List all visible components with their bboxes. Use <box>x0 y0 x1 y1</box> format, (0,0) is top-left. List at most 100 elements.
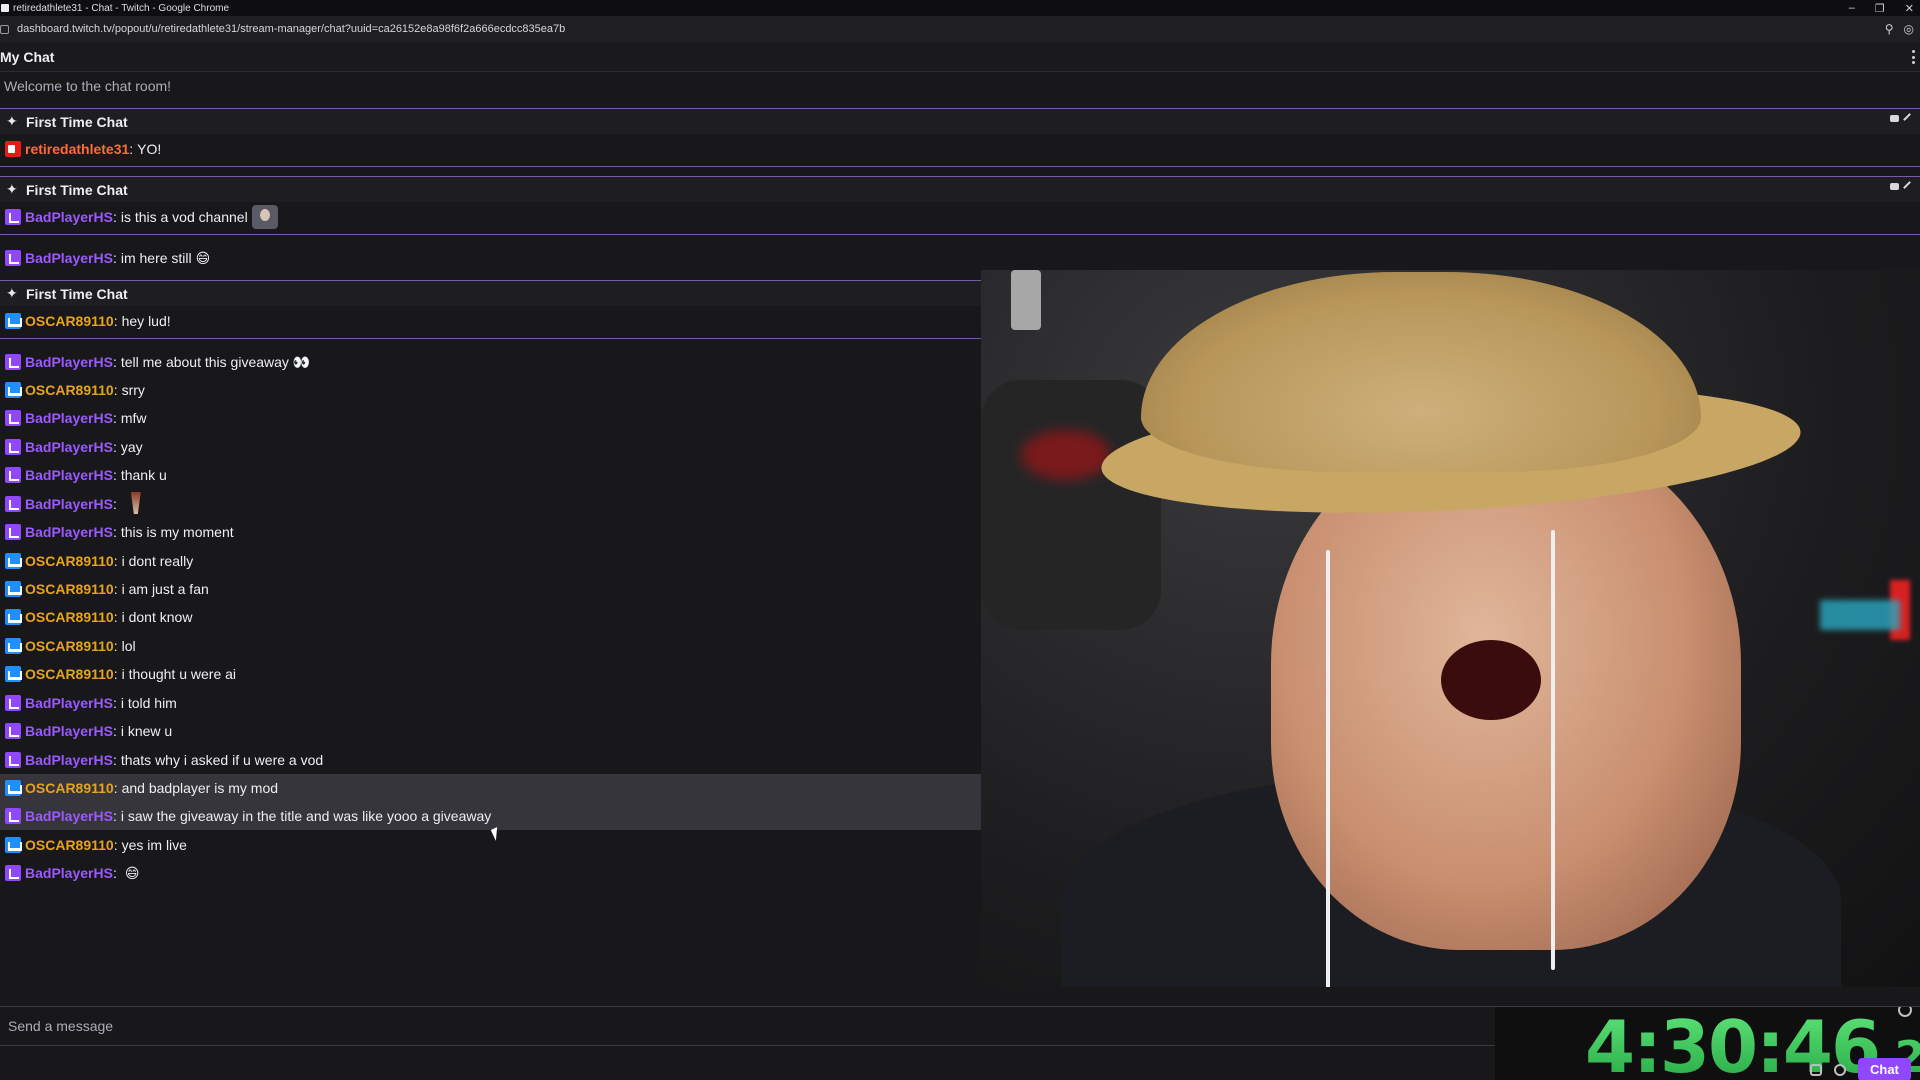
address-bar[interactable]: dashboard.twitch.tv/popout/u/retiredathl… <box>0 16 1920 42</box>
chat-username[interactable]: BadPlayerHS <box>25 524 113 540</box>
chat-username[interactable]: BadPlayerHS <box>25 354 113 370</box>
moderator-badge-icon <box>5 553 22 569</box>
moderator-badge-icon <box>5 837 22 853</box>
chat-username[interactable]: retiredathlete31 <box>25 141 129 157</box>
send-message-input[interactable] <box>0 1007 1495 1045</box>
subscriber-badge-icon <box>5 752 21 768</box>
chat-message[interactable]: BadPlayerHS: thats why i asked if u were… <box>0 746 981 774</box>
earphone-cable <box>1326 550 1330 987</box>
first-time-chat-label: First Time Chat <box>26 285 128 302</box>
zoom-icon[interactable]: ⚲ <box>1885 22 1894 36</box>
settings-gear-icon[interactable] <box>1834 1063 1846 1076</box>
chat-text: i am just a fan <box>121 581 209 597</box>
chat-message[interactable]: BadPlayerHS: im here still 😄 <box>0 244 1920 272</box>
chat-send-button[interactable]: Chat <box>1858 1058 1911 1080</box>
chat-message[interactable]: BadPlayerHS: tell me about this giveaway… <box>0 348 981 376</box>
chat-text: thats why i asked if u were a vod <box>120 752 324 768</box>
bits-icon[interactable] <box>1810 1063 1822 1076</box>
chat-message[interactable]: BadPlayerHS: i told him <box>0 689 981 717</box>
chat-text: i thought u were ai <box>121 666 237 682</box>
moderator-badge-icon <box>5 666 22 682</box>
chat-username[interactable]: BadPlayerHS <box>25 250 113 266</box>
chat-message[interactable]: BadPlayerHS: 😄 <box>0 859 981 887</box>
chat-username[interactable]: BadPlayerHS <box>25 496 113 512</box>
chat-username[interactable]: BadPlayerHS <box>25 695 113 711</box>
chat-username[interactable]: OSCAR89110 <box>25 382 114 398</box>
chat-bubble-icon[interactable] <box>1890 183 1899 190</box>
chat-text: i knew u <box>120 723 173 739</box>
chat-message[interactable]: BadPlayerHS: yay <box>0 433 981 461</box>
chat-message[interactable]: BadPlayerHS: is this a vod channel <box>0 203 1920 231</box>
chat-username[interactable]: BadPlayerHS <box>25 209 113 225</box>
restore-icon[interactable]: ❐ <box>1875 2 1885 15</box>
moderator-badge-icon <box>5 313 22 329</box>
pencil-icon[interactable] <box>1903 181 1916 194</box>
eyes-emote-icon[interactable]: 👀 <box>293 354 310 371</box>
laughing-emote-icon[interactable]: 😄 <box>125 865 140 882</box>
chat-username[interactable]: BadPlayerHS <box>25 467 113 483</box>
subscriber-badge-icon <box>5 496 21 512</box>
avatar-emote-icon[interactable] <box>251 205 278 229</box>
url-text[interactable]: dashboard.twitch.tv/popout/u/retiredathl… <box>17 23 565 35</box>
chat-username[interactable]: BadPlayerHS <box>25 410 113 426</box>
more-options-icon[interactable] <box>1912 50 1916 64</box>
drink-emote-icon[interactable] <box>125 490 147 518</box>
chat-message[interactable]: OSCAR89110: i dont really <box>0 547 981 575</box>
chat-message[interactable]: BadPlayerHS: thank u <box>0 461 981 489</box>
chat-message[interactable]: OSCAR89110: srry <box>0 376 981 404</box>
chat-header: My Chat <box>0 42 1920 72</box>
moderator-badge-icon <box>5 638 22 654</box>
ftc-divider <box>0 338 981 339</box>
chat-username[interactable]: OSCAR89110 <box>25 313 114 329</box>
sparkle-icon <box>6 285 20 302</box>
first-time-chat-header: First Time Chat <box>0 108 1920 134</box>
moderator-badge-icon <box>5 382 22 398</box>
chat-message[interactable]: retiredathlete31: YO! <box>0 135 1920 163</box>
chat-message[interactable]: BadPlayerHS: i knew u <box>0 717 981 745</box>
chat-message[interactable]: BadPlayerHS: <box>0 490 981 518</box>
webcam-video <box>981 270 1920 987</box>
address-bar-tools: ⚲ ◎ <box>1885 16 1914 42</box>
hide-eye-icon[interactable]: ◎ <box>1904 22 1914 36</box>
chat-username[interactable]: OSCAR89110 <box>25 780 114 796</box>
chat-text: and badplayer is my mod <box>121 780 279 796</box>
chat-username[interactable]: BadPlayerHS <box>25 808 113 824</box>
chat-message[interactable]: OSCAR89110: i am just a fan <box>0 575 981 603</box>
chat-username[interactable]: BadPlayerHS <box>25 723 113 739</box>
chat-username[interactable]: OSCAR89110 <box>25 581 114 597</box>
chat-message[interactable]: BadPlayerHS: this is my moment <box>0 518 981 546</box>
chat-message[interactable]: BadPlayerHS: mfw <box>0 404 981 432</box>
subscriber-badge-icon <box>5 209 21 225</box>
close-icon[interactable]: ✕ <box>1905 2 1914 15</box>
subscriber-badge-icon <box>5 250 21 266</box>
subscriber-badge-icon <box>5 723 21 739</box>
minimize-icon[interactable]: – <box>1849 2 1855 14</box>
chat-username[interactable]: OSCAR89110 <box>25 638 114 654</box>
chat-bubble-icon[interactable] <box>1890 115 1899 122</box>
chat-username[interactable]: BadPlayerHS <box>25 439 113 455</box>
chat-message[interactable]: OSCAR89110: and badplayer is my mod <box>0 774 981 802</box>
chat-username[interactable]: BadPlayerHS <box>25 865 113 881</box>
site-info-icon[interactable] <box>0 24 9 34</box>
chat-message[interactable]: BadPlayerHS: i saw the giveaway in the t… <box>0 802 981 830</box>
window-controls: – ❐ ✕ <box>1849 0 1914 16</box>
twitch-favicon-icon <box>1 4 9 12</box>
laughing-emote-icon[interactable]: 😄 <box>196 250 211 267</box>
chat-message[interactable]: OSCAR89110: hey lud! <box>0 307 981 335</box>
chat-username[interactable]: BadPlayerHS <box>25 752 113 768</box>
chat-username[interactable]: OSCAR89110 <box>25 609 114 625</box>
chat-message[interactable]: OSCAR89110: i dont know <box>0 603 981 631</box>
chat-message[interactable]: OSCAR89110: lol <box>0 632 981 660</box>
chat-username[interactable]: OSCAR89110 <box>25 553 114 569</box>
chat-text: tell me about this giveaway <box>120 354 289 370</box>
chat-message[interactable]: OSCAR89110: yes im live <box>0 831 981 859</box>
pencil-icon[interactable] <box>1903 113 1916 126</box>
chat-username[interactable]: OSCAR89110 <box>25 666 114 682</box>
chat-text: i saw the giveaway in the title and was … <box>120 808 492 824</box>
chat-text: is this a vod channel <box>120 209 248 225</box>
first-time-chat-header: First Time Chat <box>0 176 1920 202</box>
subscriber-badge-icon <box>5 808 21 824</box>
chat-message[interactable]: OSCAR89110: i thought u were ai <box>0 660 981 688</box>
ftc-tools <box>1890 181 1916 194</box>
chat-username[interactable]: OSCAR89110 <box>25 837 114 853</box>
